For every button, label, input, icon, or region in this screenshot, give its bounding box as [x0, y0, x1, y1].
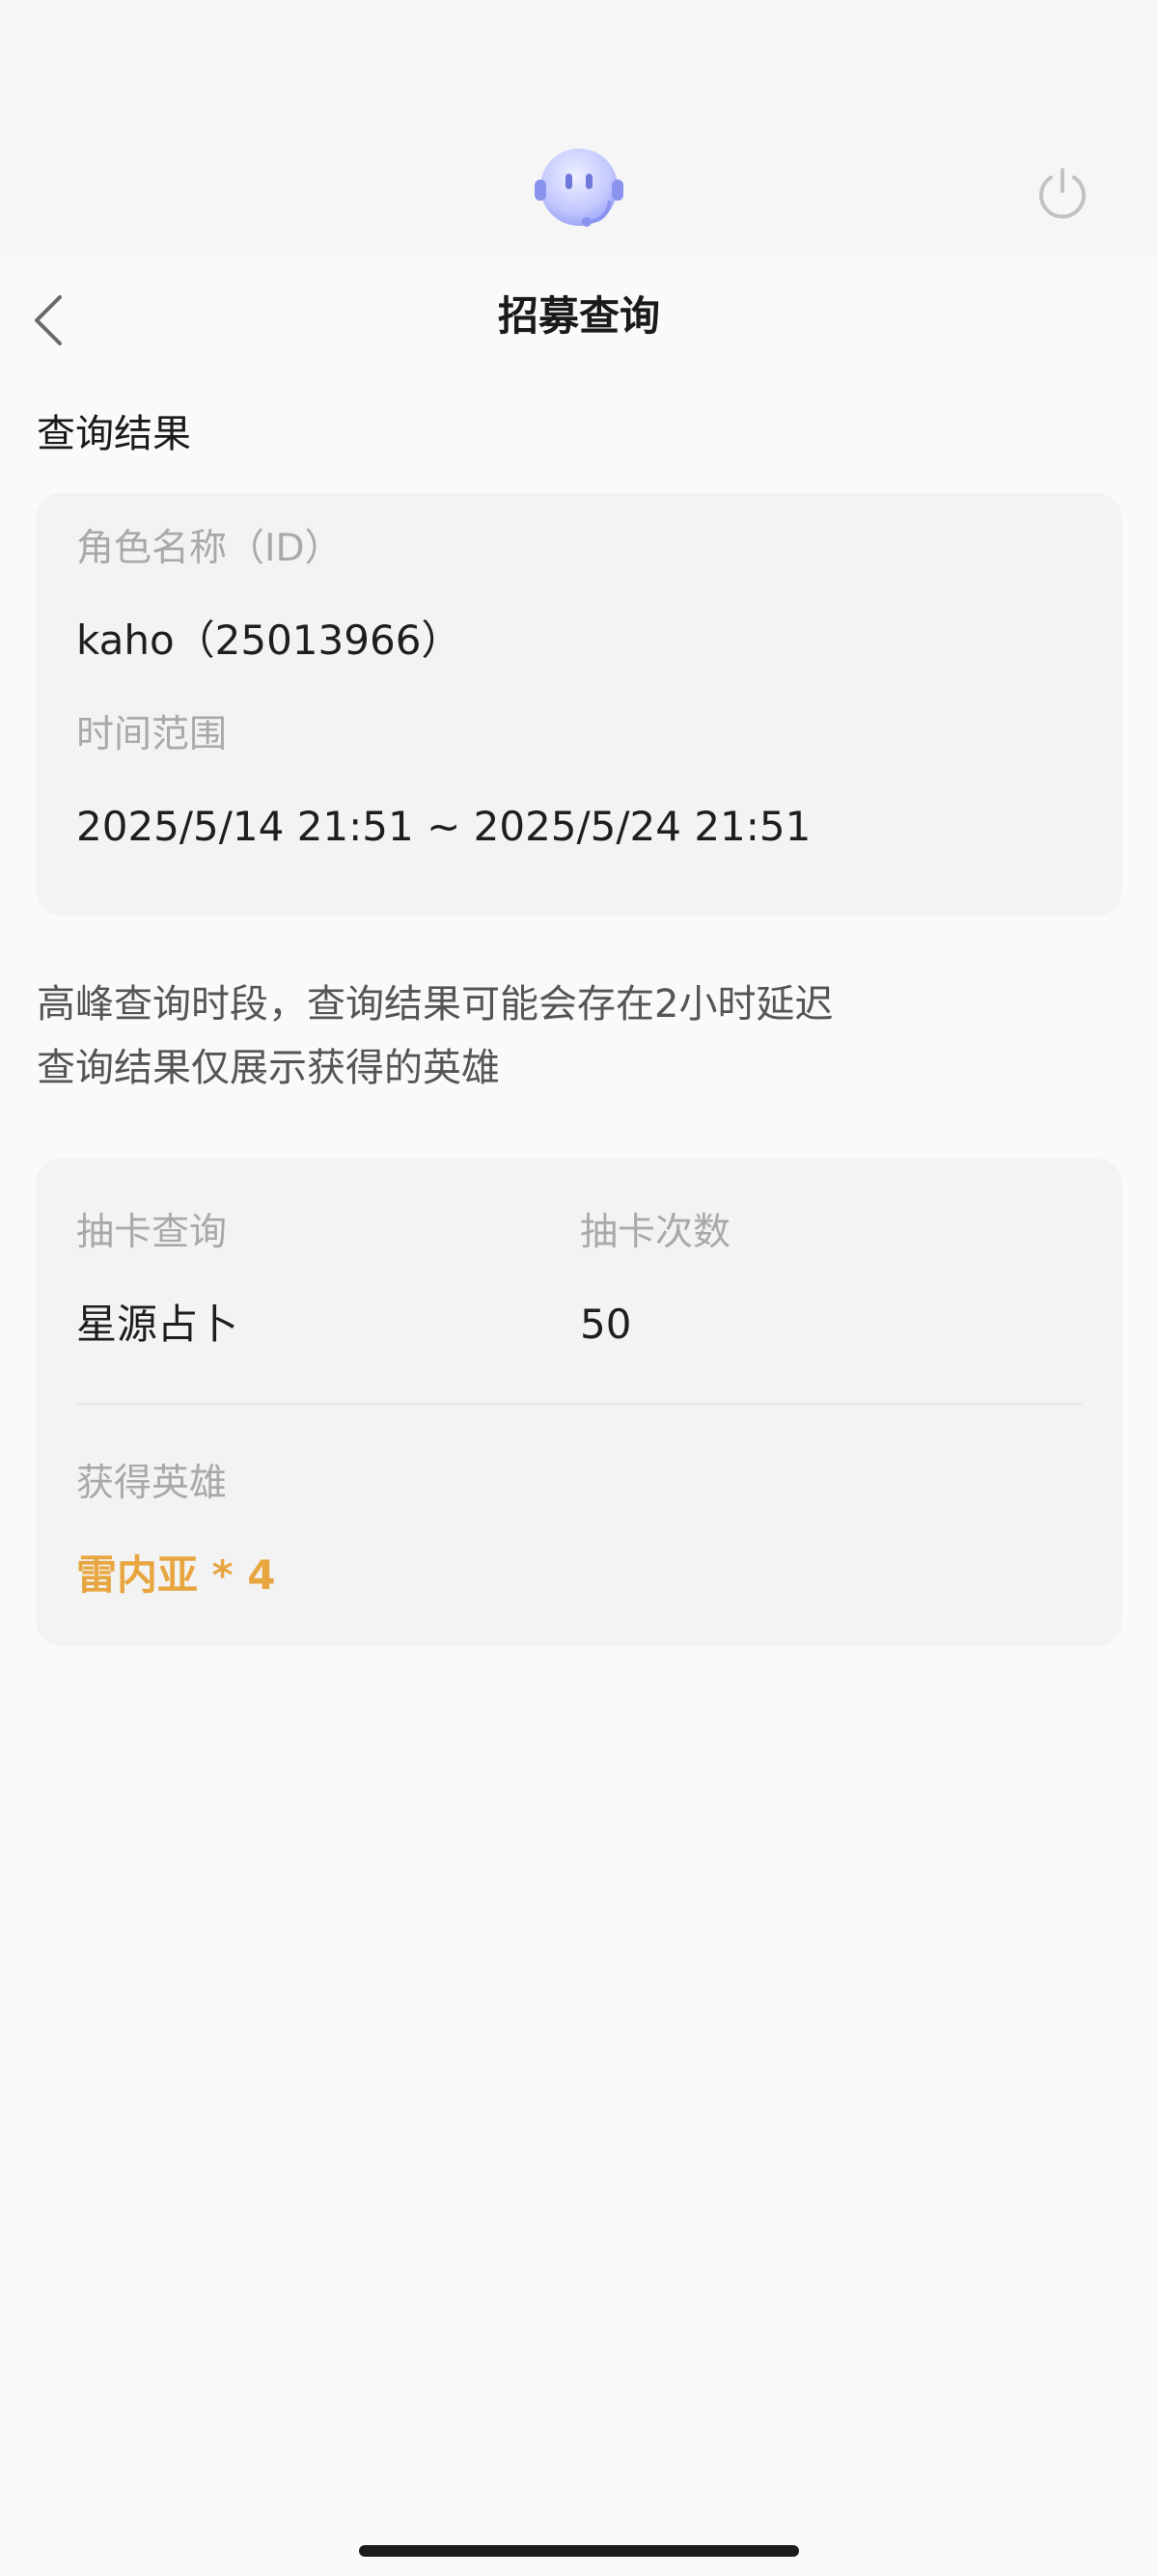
home-indicator[interactable]	[359, 2545, 799, 2557]
draw-count-value: 50	[580, 1301, 632, 1348]
support-bot-avatar-icon[interactable]	[533, 145, 625, 232]
time-range-value: 2025/5/14 21:51 ~ 2025/5/24 21:51	[76, 803, 812, 850]
draw-result-card: 抽卡查询 星源占卜 抽卡次数 50 获得英雄 雷内亚 * 4	[36, 1159, 1122, 1646]
time-range-label: 时间范围	[76, 713, 228, 756]
draw-count-label: 抽卡次数	[580, 1211, 731, 1254]
role-info-card: 角色名称（ID） kaho（25013966） 时间范围 2025/5/14 2…	[36, 493, 1122, 916]
notice-line: 查询结果仅展示获得的英雄	[37, 1046, 500, 1090]
power-icon[interactable]	[1034, 164, 1090, 220]
draw-query-value: 星源占卜	[76, 1301, 239, 1348]
notice-line: 高峰查询时段，查询结果可能会存在2小时延迟	[37, 982, 834, 1027]
notice-text: 高峰查询时段，查询结果可能会存在2小时延迟 查询结果仅展示获得的英雄	[37, 973, 833, 1100]
draw-query-label: 抽卡查询	[76, 1211, 228, 1254]
heroes-value: 雷内亚 * 4	[76, 1551, 276, 1599]
page: 招募查询 查询结果 角色名称（ID） kaho（25013966） 时间范围 2…	[0, 0, 1158, 2576]
divider	[76, 1403, 1082, 1405]
top-strip	[0, 0, 1158, 256]
role-label: 角色名称（ID）	[76, 527, 343, 570]
results-section-title: 查询结果	[37, 412, 191, 456]
page-title: 招募查询	[497, 292, 660, 340]
role-value: kaho（25013966）	[76, 617, 462, 664]
heroes-label: 获得英雄	[76, 1462, 228, 1505]
